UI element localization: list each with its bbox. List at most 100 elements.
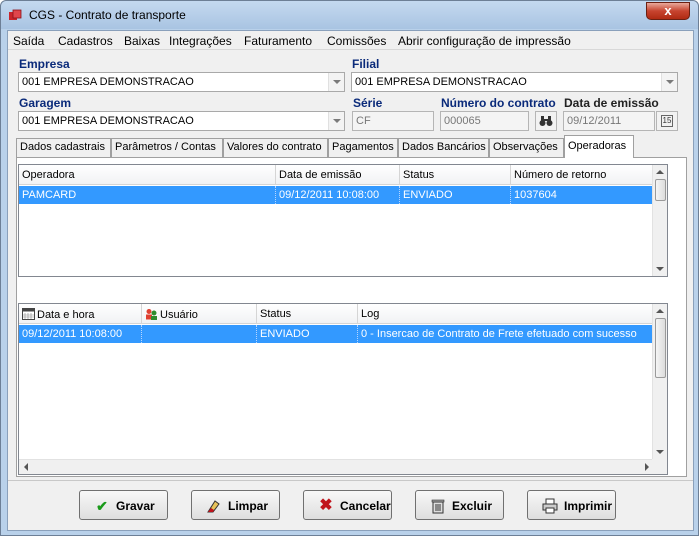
garagem-value: 001 EMPRESA DEMONSTRACAO [22,115,194,127]
data-emissao-field[interactable]: 09/12/2011 [563,111,655,131]
vertical-scrollbar[interactable] [652,165,667,276]
menu-cadastros[interactable]: Cadastros [58,34,113,48]
excluir-label: Excluir [452,499,493,513]
window-title: CGS - Contrato de transporte [29,8,186,22]
trash-icon [431,499,445,514]
tab-valores-contrato[interactable]: Valores do contrato [223,138,328,157]
title-bar[interactable]: CGS - Contrato de transporte x [1,1,698,29]
menu-abrir-config-impressao[interactable]: Abrir configuração de impressão [398,34,571,48]
limpar-label: Limpar [228,499,269,513]
numero-contrato-value: 000065 [444,115,481,127]
table-row[interactable]: 09/12/2011 10:08:00 ENVIADO 0 - Insercao… [19,325,654,343]
scroll-up-icon[interactable] [656,309,664,313]
empresa-value: 001 EMPRESA DEMONSTRACAO [22,76,194,88]
calendar-button[interactable]: 15 [656,111,678,131]
menu-comissoes[interactable]: Comissões [327,34,386,48]
cell-status: ENVIADO [257,325,358,343]
serie-value: CF [356,115,371,127]
app-window: CGS - Contrato de transporte x Saída Cad… [0,0,699,536]
log-grid[interactable]: Data e hora Usuário Status Log 09/12/201… [18,303,668,475]
binoculars-search-button[interactable] [535,111,557,131]
col-usuario[interactable]: Usuário [142,304,257,324]
scroll-right-icon[interactable] [645,463,649,471]
calendar-icon: 15 [660,115,674,127]
tab-label: Observações [493,141,558,153]
empresa-label: Empresa [19,57,70,71]
serie-label: Série [353,96,383,110]
filial-label: Filial [352,57,380,71]
cell-data-hora: 09/12/2011 10:08:00 [19,325,142,343]
close-button[interactable]: x [646,2,690,20]
users-icon [146,309,157,320]
table-row[interactable]: PAMCARD 09/12/2011 10:08:00 ENVIADO 1037… [19,186,654,204]
chevron-down-icon[interactable] [328,73,344,91]
data-emissao-label: Data de emissão [564,96,659,110]
checkmark-icon: ✔ [96,498,108,514]
menu-integracoes[interactable]: Integrações [169,34,232,48]
chevron-down-icon[interactable] [328,112,344,130]
imprimir-label: Imprimir [564,499,613,513]
numero-contrato-label: Número do contrato [441,96,556,110]
col-data-emissao[interactable]: Data de emissão [276,165,400,185]
col-data-hora-label: Data e hora [37,309,95,321]
gravar-button[interactable]: ✔ Gravar [79,490,168,520]
menu-baixas[interactable]: Baixas [124,34,160,48]
cell-usuario [142,325,257,343]
app-icon [9,9,22,20]
col-usuario-label: Usuário [160,309,198,321]
tab-parametros-contas[interactable]: Parâmetros / Contas [111,138,223,157]
grid-header: Data e hora Usuário Status Log [19,304,654,324]
col-operadora[interactable]: Operadora [19,165,276,185]
operadoras-panel: Operadora Data de emissão Status Número … [16,157,687,477]
menu-faturamento[interactable]: Faturamento [244,34,312,48]
serie-field[interactable]: CF [352,111,434,131]
col-numero-retorno[interactable]: Número de retorno [511,165,661,185]
tab-label: Pagamentos [332,141,394,153]
scroll-thumb[interactable] [655,179,666,201]
menu-bar: Saída Cadastros Baixas Integrações Fatur… [8,31,693,50]
grid-header: Operadora Data de emissão Status Número … [19,165,661,185]
chevron-down-icon[interactable] [661,73,677,91]
imprimir-button[interactable]: Imprimir [527,490,616,520]
cell-log: 0 - Insercao de Contrato de Frete efetua… [361,328,637,340]
scroll-corner [652,459,667,474]
filial-value: 001 EMPRESA DEMONSTRACAO [355,76,527,88]
binoculars-icon [539,116,553,126]
tab-label: Operadoras [568,140,627,152]
vertical-scrollbar[interactable] [652,304,667,459]
menu-saida[interactable]: Saída [13,34,44,48]
tab-label: Dados cadastrais [20,141,105,153]
scroll-thumb[interactable] [655,318,666,378]
col-status[interactable]: Status [400,165,511,185]
eraser-icon [207,500,220,513]
tab-dados-bancarios[interactable]: Dados Bancários [398,138,489,157]
tab-pagamentos[interactable]: Pagamentos [328,138,398,157]
tab-operadoras[interactable]: Operadoras [564,135,634,158]
data-emissao-value: 09/12/2011 [567,115,622,127]
calendar-icon [22,308,35,320]
col-status[interactable]: Status [257,304,358,324]
printer-icon [542,498,558,514]
tab-observacoes[interactable]: Observações [489,138,564,157]
numero-contrato-field[interactable]: 000065 [440,111,529,131]
empresa-select[interactable]: 001 EMPRESA DEMONSTRACAO [18,72,345,92]
scroll-up-icon[interactable] [656,170,664,174]
cancel-x-icon: ✖ [319,497,333,514]
col-log[interactable]: Log [358,304,654,324]
cancelar-label: Cancelar [340,499,391,513]
cancelar-button[interactable]: ✖ Cancelar [303,490,392,520]
client-area: Saída Cadastros Baixas Integrações Fatur… [7,30,694,531]
tab-label: Valores do contrato [227,141,322,153]
cell-data-emissao: 09/12/2011 10:08:00 [276,186,400,204]
horizontal-scrollbar[interactable] [19,459,654,474]
tab-dados-cadastrais[interactable]: Dados cadastrais [16,138,111,157]
scroll-down-icon[interactable] [656,450,664,454]
filial-select[interactable]: 001 EMPRESA DEMONSTRACAO [351,72,678,92]
limpar-button[interactable]: Limpar [191,490,280,520]
scroll-down-icon[interactable] [656,267,664,271]
scroll-left-icon[interactable] [24,463,28,471]
col-data-hora[interactable]: Data e hora [19,304,142,324]
excluir-button[interactable]: Excluir [415,490,504,520]
garagem-select[interactable]: 001 EMPRESA DEMONSTRACAO [18,111,345,131]
operadoras-grid[interactable]: Operadora Data de emissão Status Número … [18,164,668,277]
